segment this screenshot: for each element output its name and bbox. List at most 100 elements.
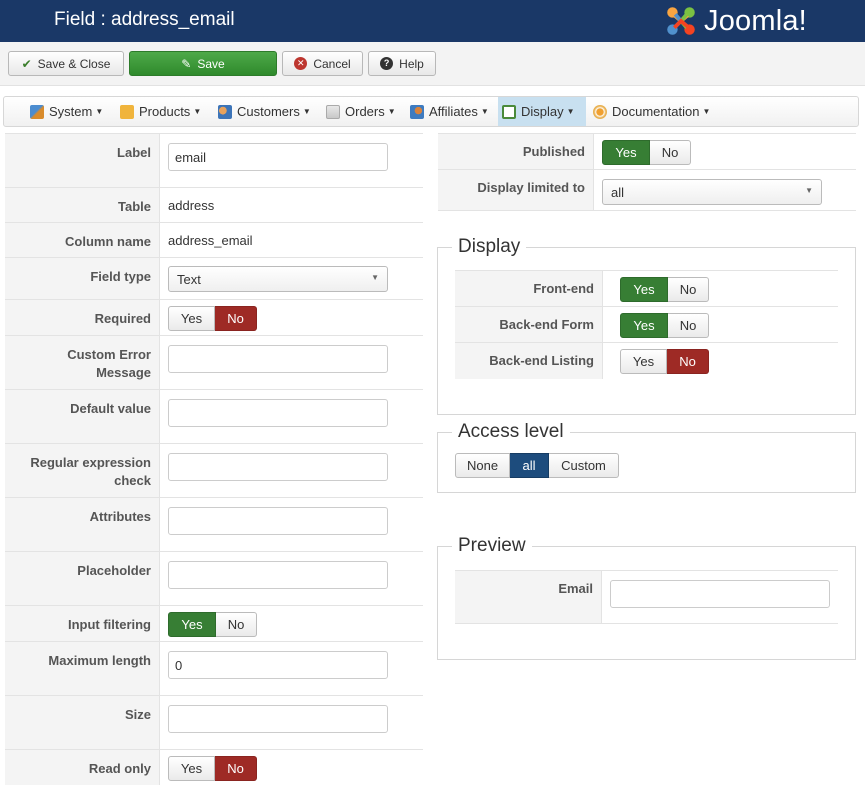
header-bar: Field : address_email Joomla! [0,0,865,42]
display-legend: Display [452,236,527,258]
menu-display[interactable]: Display ▼ [498,97,586,126]
orders-icon [326,104,340,119]
caret-down-icon: ▼ [702,107,711,116]
row-attributes: Attributes [5,497,423,551]
field-type-select[interactable]: Text ▼ [168,266,388,292]
regex-label-line1: Regular expression [30,455,151,470]
row-preview-email: Email [455,570,838,624]
size-label: Size [5,696,160,749]
read-only-yes[interactable]: Yes [168,756,215,781]
attributes-label: Attributes [5,498,160,551]
backend-form-no[interactable]: No [668,313,709,338]
menu-display-label: Display [521,104,564,119]
display-limited-select[interactable]: all ▼ [602,179,822,205]
published-no[interactable]: No [650,140,691,165]
input-filtering-no[interactable]: No [216,612,257,637]
customers-icon [218,104,232,119]
menu-orders[interactable]: Orders ▼ [322,97,400,126]
access-level-toggle: None all Custom [455,453,619,478]
row-regex: Regular expression check [5,443,423,497]
toolbar: ✔ Save & Close ✎ Save ✕ Cancel ? Help [0,42,865,86]
frontend-no[interactable]: No [668,277,709,302]
frontend-yes[interactable]: Yes [620,277,668,302]
placeholder-input[interactable] [168,561,388,589]
preview-email-input[interactable] [610,580,830,608]
display-limited-value: all [611,185,625,200]
check-icon: ✔ [21,56,32,71]
cancel-label: Cancel [313,56,351,71]
required-no[interactable]: No [215,306,257,331]
cancel-button[interactable]: ✕ Cancel [282,51,363,76]
row-read-only: Read only Yes No [5,749,423,785]
row-field-type: Field type Text ▼ [5,257,423,299]
read-only-no[interactable]: No [215,756,257,781]
row-size: Size [5,695,423,749]
menu-affiliates[interactable]: Affiliates ▼ [406,97,493,126]
attributes-input[interactable] [168,507,388,535]
joomla-logo-icon [667,7,695,35]
backend-form-yes[interactable]: Yes [620,313,668,338]
access-all[interactable]: all [510,453,549,478]
caret-down-icon: ▼ [193,107,202,116]
row-frontend: Front-end Yes No [455,270,838,306]
main-menu: System ▼ Products ▼ Customers ▼ Orders ▼ Aff… [3,96,859,127]
affiliates-icon [410,104,424,119]
access-level-fieldset: Access level None all Custom [437,421,856,493]
frontend-label: Front-end [455,271,603,306]
preview-legend: Preview [452,535,532,557]
custom-error-label-line1: Custom Error [67,347,151,362]
products-icon [120,104,134,119]
regex-input[interactable] [168,453,388,481]
required-yes[interactable]: Yes [168,306,215,331]
backend-listing-yes[interactable]: Yes [620,349,667,374]
backend-listing-no[interactable]: No [667,349,709,374]
menu-system[interactable]: System ▼ [26,97,107,126]
save-button[interactable]: ✎ Save [129,51,277,76]
menu-documentation[interactable]: Documentation ▼ [589,97,714,126]
display-icon [502,104,516,119]
caret-down-icon: ▼ [95,107,104,116]
size-input[interactable] [168,705,388,733]
required-toggle: Yes No [168,306,257,331]
row-maximum-length: Maximum length [5,641,423,695]
published-yes[interactable]: Yes [602,140,650,165]
custom-error-input[interactable] [168,345,388,373]
edit-icon: ✎ [181,56,192,71]
maximum-length-input[interactable] [168,651,388,679]
caret-down-icon: ▼ [302,107,311,116]
row-backend-form: Back-end Form Yes No [455,306,838,342]
backend-listing-label: Back-end Listing [455,343,603,379]
field-type-value: Text [177,272,201,287]
published-label: Published [438,134,594,169]
label-input[interactable] [168,143,388,171]
regex-label-line2: check [114,473,151,488]
required-label: Required [5,300,160,335]
brand-text: Joomla! [704,4,807,37]
menu-products[interactable]: Products ▼ [116,97,205,126]
default-value-input[interactable] [168,399,388,427]
caret-down-icon: ▼ [566,107,575,116]
caret-down-icon: ▼ [480,107,489,116]
row-placeholder: Placeholder [5,551,423,605]
row-display-limited: Display limited to all ▼ [438,169,856,211]
save-label: Save [197,56,225,71]
help-button[interactable]: ? Help [368,51,436,76]
display-fieldset: Display Front-end Yes No Back-end Form Y… [437,236,856,415]
column-name-value: address_email [168,233,253,248]
save-close-button[interactable]: ✔ Save & Close [8,51,124,76]
custom-error-label-line2: Message [96,365,151,380]
page-title: Field : address_email [54,9,235,30]
cancel-icon: ✕ [294,57,308,70]
read-only-toggle: Yes No [168,756,257,781]
row-backend-listing: Back-end Listing Yes No [455,342,838,379]
input-filtering-yes[interactable]: Yes [168,612,216,637]
access-custom[interactable]: Custom [549,453,619,478]
preview-fieldset: Preview Email [437,535,856,660]
menu-customers[interactable]: Customers ▼ [214,97,315,126]
access-none[interactable]: None [455,453,510,478]
caret-down-icon: ▼ [387,107,396,116]
input-filtering-toggle: Yes No [168,612,257,637]
menu-products-label: Products [139,104,191,119]
row-table: Table address [5,187,423,222]
field-type-label: Field type [5,258,160,299]
